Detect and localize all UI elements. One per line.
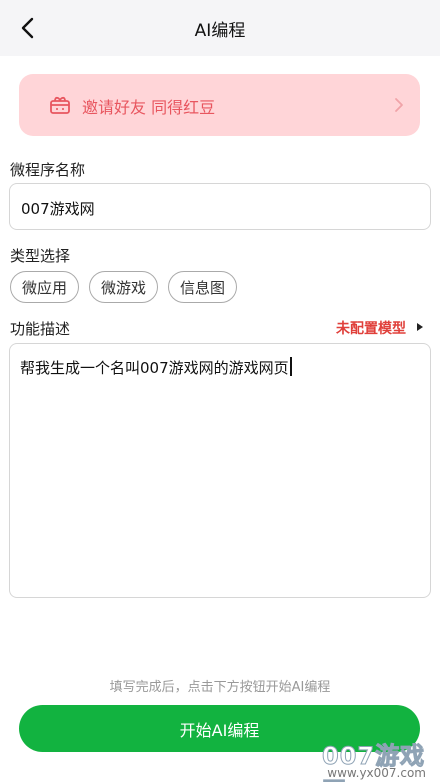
name-label: 微程序名称	[10, 161, 86, 179]
top-bar: AI编程	[0, 0, 440, 56]
type-option-micro-app[interactable]: 微应用	[10, 271, 79, 303]
name-input[interactable]: 007游戏网	[9, 183, 431, 230]
type-option-infographic[interactable]: 信息图	[168, 271, 237, 303]
description-text: 帮我生成一个名叫007游戏网的游戏网页	[20, 357, 292, 378]
page-title: AI编程	[194, 20, 246, 41]
caret-right-icon[interactable]	[416, 322, 424, 332]
back-button[interactable]	[12, 12, 44, 44]
model-config-link[interactable]: 未配置模型	[336, 318, 406, 338]
description-textarea[interactable]: 帮我生成一个名叫007游戏网的游戏网页	[9, 343, 431, 598]
chevron-right-icon	[395, 98, 403, 112]
name-input-value: 007游戏网	[21, 200, 95, 218]
invite-banner[interactable]: 邀请好友 同得红豆	[19, 74, 420, 136]
invite-text: 邀请好友 同得红豆	[82, 98, 216, 117]
desc-label: 功能描述	[10, 320, 71, 338]
type-label: 类型选择	[10, 247, 71, 265]
watermark-url: www.yx007.com	[327, 766, 426, 780]
hint-text: 填写完成后，点击下方按钮开始AI编程	[109, 680, 331, 695]
chevron-left-icon	[21, 17, 34, 39]
gift-icon	[50, 96, 70, 114]
type-option-micro-game[interactable]: 微游戏	[89, 271, 158, 303]
watermark: 007游戏网 www.yx007.com	[322, 736, 434, 782]
text-caret	[289, 357, 292, 376]
